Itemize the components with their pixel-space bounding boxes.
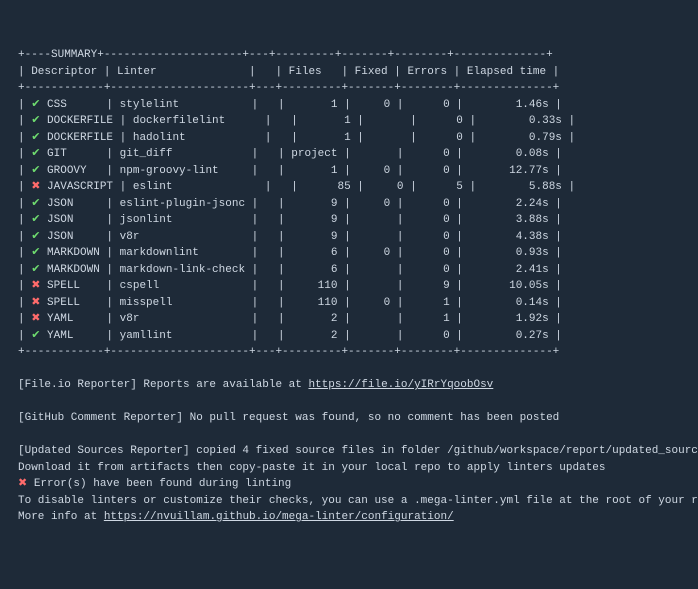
check-icon: ✔ xyxy=(31,198,40,210)
download-hint-line: Download it from artifacts then copy-pas… xyxy=(18,462,606,474)
cross-icon: ✖ xyxy=(31,313,40,325)
check-icon: ✔ xyxy=(31,132,40,144)
check-icon: ✔ xyxy=(31,99,40,111)
check-icon: ✔ xyxy=(31,330,40,342)
error-summary-line: Error(s) have been found during linting xyxy=(27,478,291,490)
updated-sources-line: [Updated Sources Reporter] copied 4 fixe… xyxy=(18,445,698,457)
check-icon: ✔ xyxy=(31,247,40,259)
github-comment-line: [GitHub Comment Reporter] No pull reques… xyxy=(18,412,559,424)
more-info-prefix: More info at xyxy=(18,511,104,523)
cross-icon: ✖ xyxy=(31,181,40,193)
check-icon: ✔ xyxy=(31,148,40,160)
terminal-output: +----SUMMARY+---------------------+---+-… xyxy=(18,47,680,526)
check-icon: ✔ xyxy=(31,264,40,276)
cross-icon: ✖ xyxy=(18,478,27,490)
disable-hint-line: To disable linters or customize their ch… xyxy=(18,495,698,507)
cross-icon: ✖ xyxy=(31,280,40,292)
fileio-link[interactable]: https://file.io/yIRrYqoobOsv xyxy=(308,379,493,391)
check-icon: ✔ xyxy=(31,214,40,226)
cross-icon: ✖ xyxy=(31,297,40,309)
more-info-link[interactable]: https://nvuillam.github.io/mega-linter/c… xyxy=(104,511,454,523)
check-icon: ✔ xyxy=(31,165,40,177)
check-icon: ✔ xyxy=(31,115,40,127)
check-icon: ✔ xyxy=(31,231,40,243)
